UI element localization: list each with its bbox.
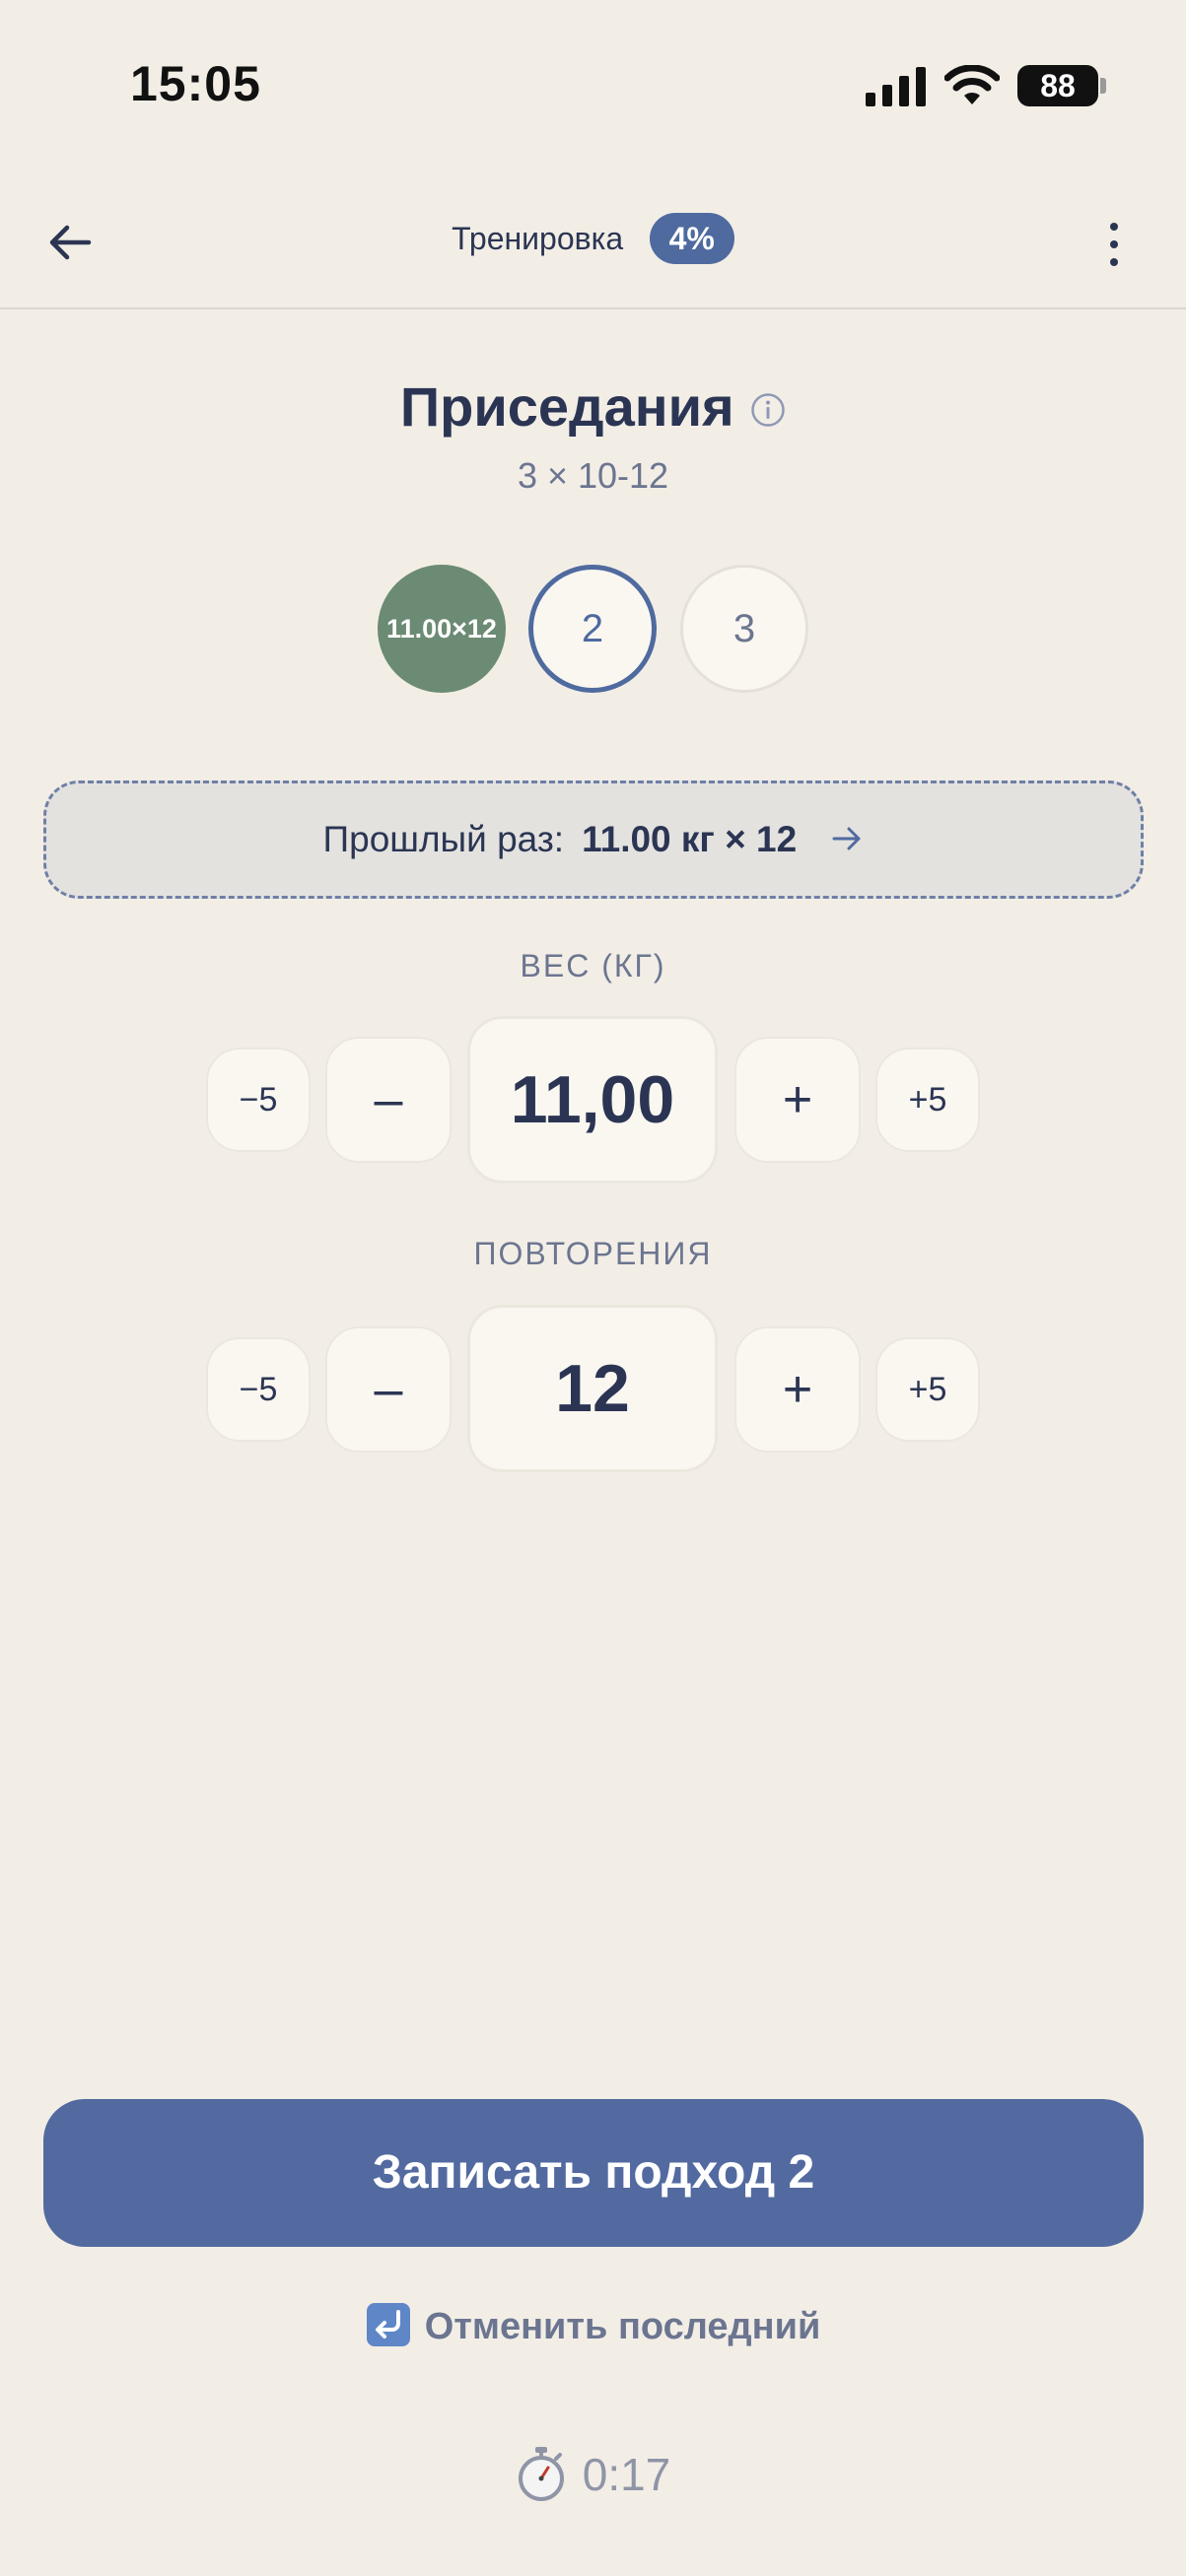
previous-result-button[interactable]: Прошлый раз: 11.00 кг × 12: [43, 780, 1144, 899]
rest-timer: 0:17: [0, 2446, 1186, 2501]
set-2-active[interactable]: 2: [528, 565, 657, 693]
reps-minus-button[interactable]: –: [325, 1326, 452, 1453]
stopwatch-icon: [518, 2446, 564, 2501]
cellular-signal-icon: [866, 67, 926, 106]
previous-label: Прошлый раз:: [322, 819, 565, 859]
log-set-button[interactable]: Записать подход 2: [43, 2099, 1144, 2247]
page-title: Тренировка: [452, 220, 624, 256]
undo-last-button[interactable]: Отменить последний: [0, 2302, 1186, 2348]
info-icon[interactable]: [750, 392, 786, 428]
arrow-right-icon: [832, 827, 861, 850]
weight-label: ВЕС (КГ): [520, 948, 666, 983]
sets-row: 11.00×12 2 3: [0, 562, 1186, 696]
progress-badge: 4%: [649, 213, 734, 264]
set-3-pending[interactable]: 3: [680, 565, 808, 693]
weight-value-input[interactable]: 11,00: [467, 1016, 718, 1184]
status-bar: 15:05 88: [0, 0, 1186, 177]
weight-plus-5-button[interactable]: +5: [875, 1048, 980, 1152]
weight-plus-button[interactable]: +: [734, 1037, 861, 1163]
set-1-done[interactable]: 11.00×12: [378, 565, 506, 693]
exercise-title-row: Приседания: [0, 374, 1186, 439]
weight-minus-5-button[interactable]: −5: [206, 1048, 311, 1152]
reps-value-input[interactable]: 12: [467, 1305, 718, 1472]
reps-minus-5-button[interactable]: −5: [206, 1337, 311, 1442]
reps-label: ПОВТОРЕНИЯ: [473, 1236, 713, 1271]
reps-plus-button[interactable]: +: [734, 1326, 861, 1453]
top-app-bar: Тренировка 4%: [0, 177, 1186, 309]
battery-level: 88: [1017, 65, 1098, 106]
reps-plus-5-button[interactable]: +5: [875, 1337, 980, 1442]
battery-icon: 88: [1017, 65, 1106, 106]
previous-value: 11.00 кг × 12: [582, 819, 798, 859]
more-vertical-icon[interactable]: [1094, 215, 1134, 274]
undo-icon: [366, 2302, 410, 2346]
undo-label: Отменить последний: [424, 2306, 821, 2347]
exercise-scheme: 3 × 10-12: [517, 455, 669, 496]
header-center: Тренировка 4%: [0, 213, 1186, 272]
weight-minus-button[interactable]: –: [325, 1037, 452, 1163]
exercise-title: Приседания: [399, 375, 734, 438]
wifi-icon: [944, 65, 1000, 104]
timer-value: 0:17: [582, 2449, 671, 2500]
status-time: 15:05: [130, 56, 261, 111]
battery-tip: [1100, 78, 1106, 94]
